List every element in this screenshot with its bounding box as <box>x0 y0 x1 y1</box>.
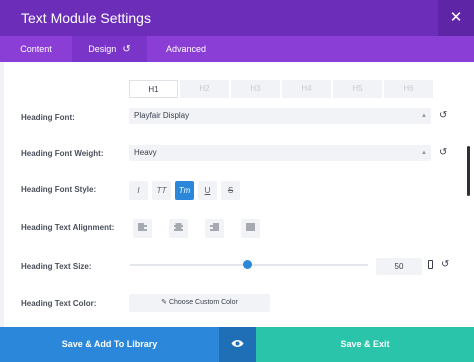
heading-tab-h3[interactable]: H3 <box>231 80 280 98</box>
heading-text-color-label: Heading Text Color: <box>21 299 97 308</box>
heading-font-weight-label: Heading Font Weight: <box>21 149 104 158</box>
text-size-slider-handle[interactable] <box>243 260 252 269</box>
heading-text-size-label: Heading Text Size: <box>21 262 92 271</box>
heading-text-alignment-label: Heading Text Alignment: <box>21 223 115 232</box>
heading-tab-h5[interactable]: H5 <box>333 80 382 98</box>
footer: Save & Add To Library Save & Exit <box>0 327 474 362</box>
settings-panel: H1 H2 H3 H4 H5 H6 Heading Font: Playfair… <box>0 62 474 327</box>
heading-level-tabs: H1 H2 H3 H4 H5 H6 <box>129 80 433 98</box>
tab-advanced[interactable]: Advanced <box>147 36 225 62</box>
heading-font-label: Heading Font: <box>21 113 75 122</box>
panel-gutter <box>0 62 4 327</box>
chevron-updown-icon: ▲ <box>421 113 427 119</box>
uppercase-button[interactable]: TT <box>152 181 171 200</box>
close-icon[interactable]: ✕ <box>438 0 474 36</box>
window-title: Text Module Settings <box>21 10 151 26</box>
heading-font-weight-value: Heavy <box>134 148 157 157</box>
italic-button[interactable]: I <box>129 181 148 200</box>
reset-icon[interactable]: ↺ <box>439 147 447 158</box>
capitalize-button[interactable]: Tт <box>175 181 194 200</box>
heading-font-weight-select[interactable]: Heavy ▲ <box>129 145 431 161</box>
heading-font-select[interactable]: Playfair Display ▲ <box>129 108 431 124</box>
settings-tabs: Content Design ↺ Advanced <box>0 36 474 62</box>
save-add-to-library-button[interactable]: Save & Add To Library <box>0 327 219 362</box>
eyedropper-icon: ✎ <box>161 299 168 306</box>
heading-font-style-label: Heading Font Style: <box>21 185 97 194</box>
choose-custom-color-button[interactable]: ✎ Choose Custom Color <box>129 294 270 312</box>
heading-tab-h4[interactable]: H4 <box>282 80 331 98</box>
align-center-icon[interactable] <box>169 219 188 238</box>
heading-tab-h2[interactable]: H2 <box>180 80 229 98</box>
reset-icon[interactable]: ↺ <box>439 110 447 121</box>
scrollbar-thumb[interactable] <box>467 146 470 196</box>
reset-icon[interactable]: ↺ <box>441 259 449 270</box>
tab-design[interactable]: Design ↺ <box>72 36 147 62</box>
text-size-input[interactable]: 50 <box>376 258 422 275</box>
underline-button[interactable]: U <box>198 181 217 200</box>
align-right-icon[interactable] <box>205 219 224 238</box>
strikethrough-button[interactable]: S <box>221 181 240 200</box>
align-left-icon[interactable] <box>133 219 152 238</box>
heading-font-value: Playfair Display <box>134 111 190 120</box>
eye-icon[interactable] <box>219 327 256 362</box>
reset-icon[interactable]: ↺ <box>122 37 130 63</box>
phone-icon[interactable] <box>428 260 433 269</box>
save-exit-button[interactable]: Save & Exit <box>256 327 474 362</box>
align-justify-icon[interactable] <box>241 219 260 238</box>
heading-tab-h6[interactable]: H6 <box>384 80 433 98</box>
title-bar: Text Module Settings ✕ <box>0 0 474 36</box>
chevron-updown-icon: ▲ <box>421 150 427 156</box>
heading-tab-h1[interactable]: H1 <box>129 80 178 98</box>
tab-content[interactable]: Content <box>0 36 72 62</box>
